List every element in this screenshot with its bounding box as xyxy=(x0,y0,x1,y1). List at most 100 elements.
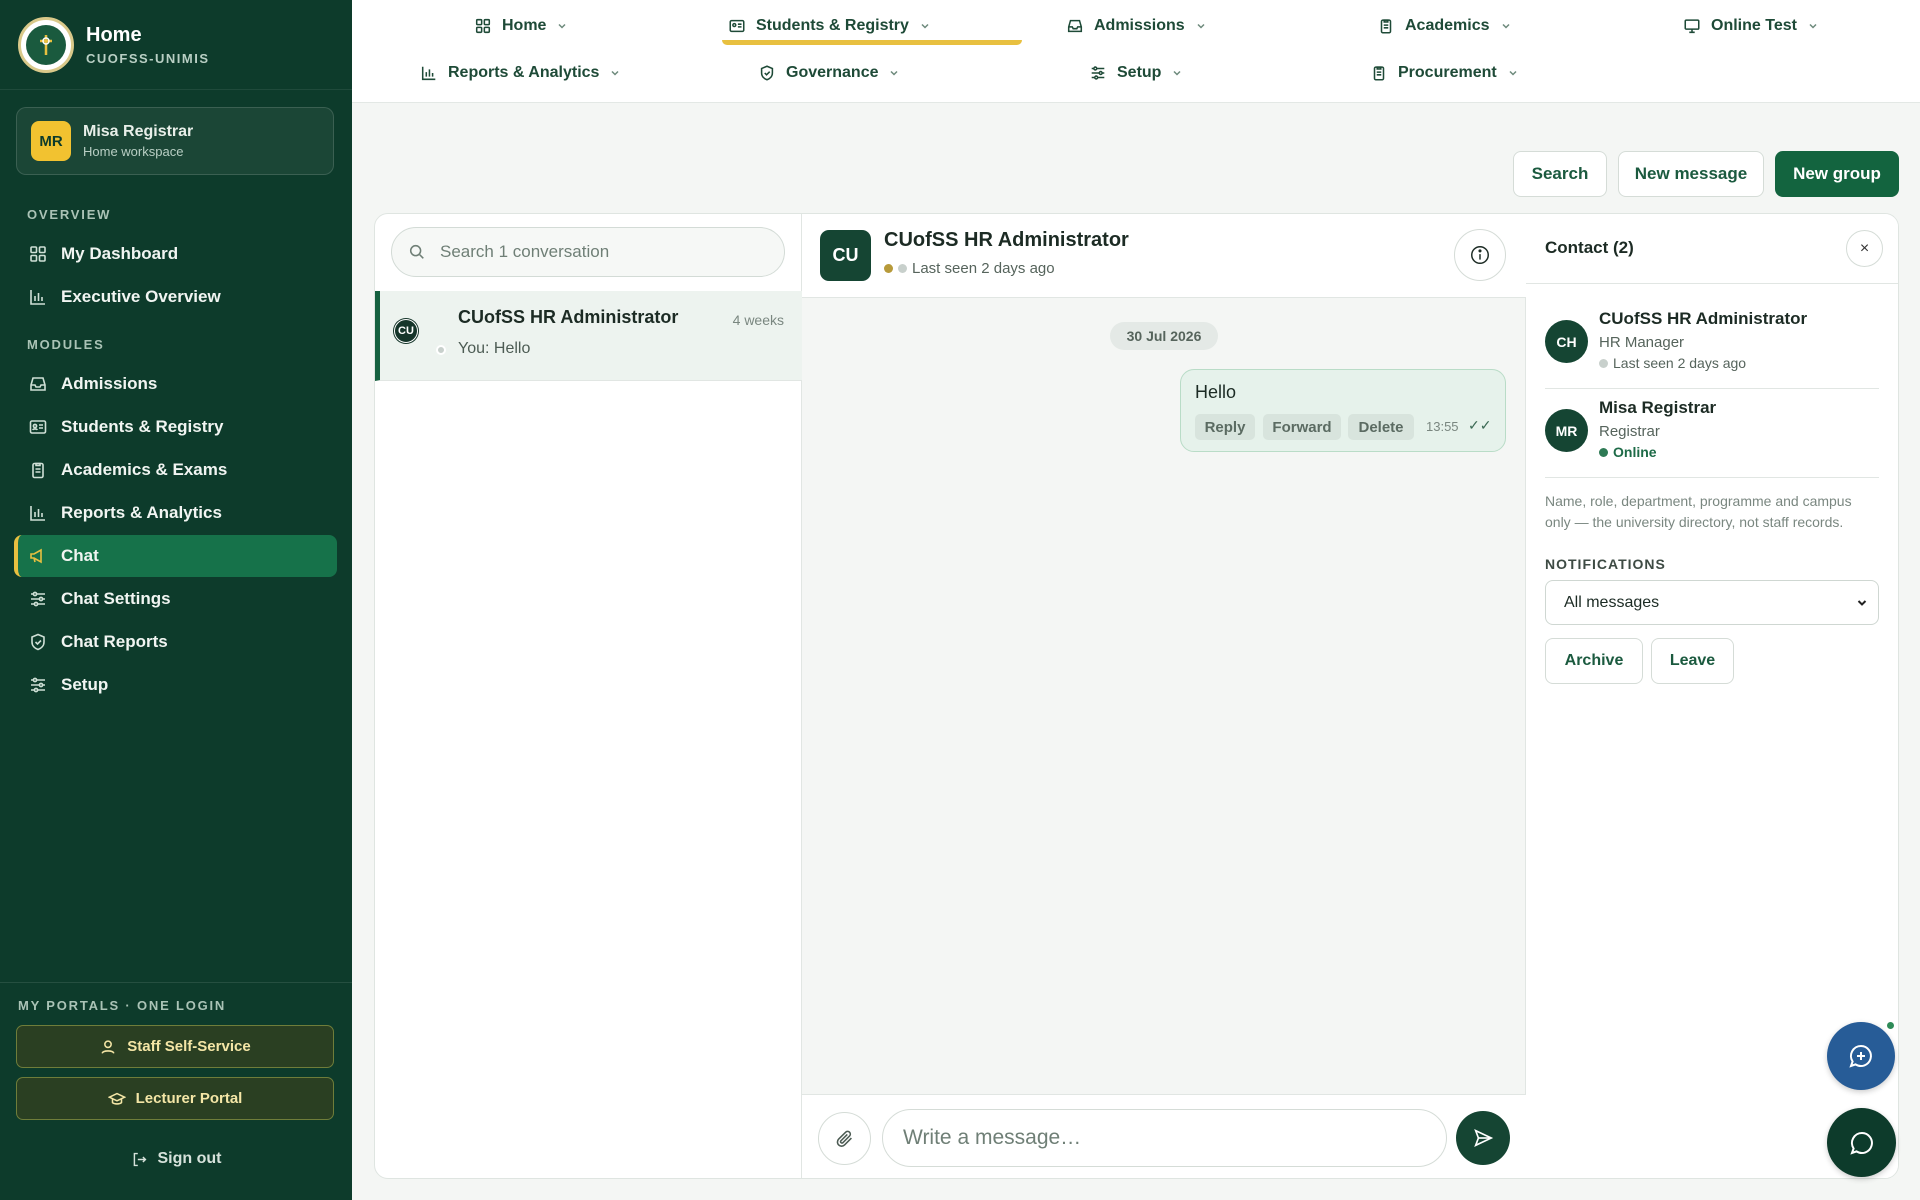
clipboard-icon xyxy=(28,460,48,480)
presence-dot xyxy=(436,345,446,355)
lecturer-portal-button[interactable]: Lecturer Portal xyxy=(16,1077,334,1120)
avatar: CU xyxy=(820,230,871,281)
contact-role: HR Manager xyxy=(1599,334,1685,351)
notifications-select[interactable]: All messages xyxy=(1545,580,1879,625)
sidebar-item-my-dashboard[interactable]: My Dashboard xyxy=(14,233,337,275)
sidebar-item-label: My Dashboard xyxy=(61,244,179,263)
sidebar-item-students-registry[interactable]: Students & Registry xyxy=(14,406,337,448)
close-icon[interactable]: × xyxy=(1846,230,1883,267)
sidebar-item-chat[interactable]: Chat xyxy=(14,535,337,577)
sign-out-button[interactable]: Sign out xyxy=(0,1150,352,1168)
topnav-home[interactable]: Home xyxy=(474,17,568,35)
chevron-down-icon xyxy=(919,20,931,32)
archive-button[interactable]: Archive xyxy=(1545,638,1643,684)
conversation-item[interactable]: CU CUofSS HR Administrator 4 weeks You: … xyxy=(375,291,802,381)
sidebar-item-label: Students & Registry xyxy=(61,417,224,436)
sidebar-item-chat-settings[interactable]: Chat Settings xyxy=(14,578,337,620)
info-button[interactable] xyxy=(1454,229,1506,281)
reply-button[interactable]: Reply xyxy=(1195,414,1255,440)
bar-chart-icon xyxy=(28,287,48,307)
conversation-search-input[interactable]: Search 1 conversation xyxy=(391,227,785,277)
conversation-name: CUofSS HR Administrator xyxy=(458,307,679,327)
staff-self-service-button[interactable]: Staff Self-Service xyxy=(16,1025,334,1068)
section-label-overview: OVERVIEW xyxy=(27,207,112,222)
id-card-icon xyxy=(28,417,48,437)
graduation-cap-icon xyxy=(107,1090,126,1108)
send-icon xyxy=(1472,1127,1494,1149)
section-label-modules: MODULES xyxy=(27,337,105,352)
chevron-down-icon xyxy=(609,67,621,79)
topnav-label: Setup xyxy=(1117,64,1162,81)
forward-button[interactable]: Forward xyxy=(1263,414,1341,440)
message-input[interactable]: Write a message… xyxy=(882,1109,1447,1167)
sidebar-item-label: Executive Overview xyxy=(61,287,221,306)
university-logo[interactable] xyxy=(18,16,74,73)
paperclip-icon xyxy=(834,1128,856,1150)
topnav-academics[interactable]: Academics xyxy=(1377,17,1512,35)
sidebar-item-label: Admissions xyxy=(61,374,158,393)
message-text: Hello xyxy=(1195,382,1237,402)
search-button[interactable]: Search xyxy=(1513,151,1607,197)
assistant-chat-button[interactable] xyxy=(1827,1022,1895,1090)
avatar: MR xyxy=(1545,409,1588,452)
topnav-label: Reports & Analytics xyxy=(448,64,600,81)
chat-bubble-icon xyxy=(1848,1129,1876,1157)
presence-dot xyxy=(1599,358,1608,368)
topnav-admissions[interactable]: Admissions xyxy=(1066,17,1207,35)
topnav-procurement[interactable]: Procurement xyxy=(1370,64,1519,82)
chat-plus-icon xyxy=(1847,1042,1875,1070)
shield-icon xyxy=(758,64,776,82)
info-panel-title: Contact (2) xyxy=(1545,238,1634,257)
sidebar-item-admissions[interactable]: Admissions xyxy=(14,363,337,405)
portals-label: MY PORTALS · ONE LOGIN xyxy=(18,998,227,1013)
avatar: CU xyxy=(394,319,418,343)
grid-icon xyxy=(28,244,48,264)
delete-button[interactable]: Delete xyxy=(1348,414,1414,440)
conversation-time: 4 weeks xyxy=(732,312,784,328)
topnav-students-registry[interactable]: Students & Registry xyxy=(728,17,931,35)
sidebar-item-academics-exams[interactable]: Academics & Exams xyxy=(14,449,337,491)
contact-item[interactable]: MR Misa Registrar Registrar Online xyxy=(1545,389,1879,478)
avatar: MR xyxy=(31,121,71,161)
sidebar-item-chat-reports[interactable]: Chat Reports xyxy=(14,621,337,663)
topnav-label: Academics xyxy=(1405,17,1490,34)
topnav-reports-analytics[interactable]: Reports & Analytics xyxy=(420,64,621,82)
new-message-button[interactable]: New message xyxy=(1618,151,1764,197)
open-chat-button[interactable] xyxy=(1827,1108,1896,1177)
sidebar-item-setup[interactable]: Setup xyxy=(14,664,337,706)
chevron-down-icon xyxy=(556,20,568,32)
message-bubble[interactable]: Hello Reply Forward Delete 13:55 ✓✓ xyxy=(1180,369,1506,452)
grid-icon xyxy=(474,17,492,35)
contact-item[interactable]: CH CUofSS HR Administrator HR Manager La… xyxy=(1545,300,1879,389)
brand-header: Home CUOFSS-UNIMIS xyxy=(0,0,352,90)
topnav-setup[interactable]: Setup xyxy=(1089,64,1183,82)
chevron-down-icon xyxy=(1856,597,1868,609)
leave-button[interactable]: Leave xyxy=(1651,638,1734,684)
send-button[interactable] xyxy=(1456,1111,1510,1165)
sidebar-item-executive-overview[interactable]: Executive Overview xyxy=(14,276,337,318)
sidebar-item-label: Setup xyxy=(61,675,109,694)
message-time: 13:55 xyxy=(1426,419,1459,434)
topnav-label: Governance xyxy=(786,64,879,81)
topnav-governance[interactable]: Governance xyxy=(758,64,900,82)
user-card[interactable]: MR Misa Registrar Home workspace xyxy=(16,107,334,175)
sidebar-item-label: Reports & Analytics xyxy=(61,503,222,522)
chevron-down-icon xyxy=(1807,20,1819,32)
user-workspace: Home workspace xyxy=(83,144,184,159)
sidebar-divider xyxy=(0,982,352,983)
sliders-icon xyxy=(28,589,48,609)
contact-name: Misa Registrar xyxy=(1599,398,1717,417)
new-group-button[interactable]: New group xyxy=(1775,151,1899,197)
search-placeholder: Search 1 conversation xyxy=(440,242,610,261)
user-name: Misa Registrar xyxy=(83,123,194,140)
topnav-online-test[interactable]: Online Test xyxy=(1683,17,1819,35)
logout-icon xyxy=(131,1151,148,1168)
clipboard-icon xyxy=(1370,64,1388,82)
sidebar: Home CUOFSS-UNIMIS MR Misa Registrar Hom… xyxy=(0,0,352,1200)
avatar: CH xyxy=(1545,320,1588,363)
attach-button[interactable] xyxy=(818,1112,871,1165)
bar-chart-icon xyxy=(28,503,48,523)
presence-dot xyxy=(898,264,907,273)
clipboard-icon xyxy=(1377,17,1395,35)
sidebar-item-reports-analytics[interactable]: Reports & Analytics xyxy=(14,492,337,534)
